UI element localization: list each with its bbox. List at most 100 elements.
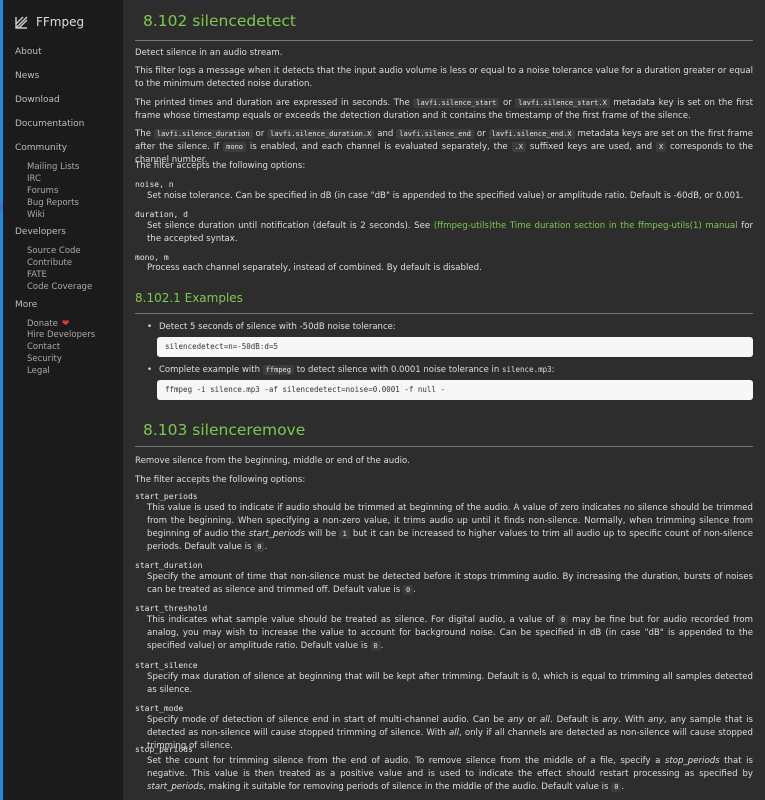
example-item-2: Complete example with ffmpeg to detect s… [147,365,555,375]
nav-fate[interactable]: FATE [27,269,47,281]
options-intro: The filter accepts the following options… [135,475,306,485]
emphasis: any [507,715,524,725]
text: Set the count for trimming silence from … [147,756,661,766]
nav-source-code[interactable]: Source Code [27,245,81,257]
emphasis: all [540,715,551,725]
text: Specify the amount of time that non-sile… [147,572,753,595]
text: is enabled, and each channel is evaluate… [249,142,508,152]
nav-documentation[interactable]: Documentation [15,118,84,130]
silencedetect-intro: Detect silence in an audio stream. [135,48,283,58]
example-code-1: silencedetect=n=-50dB:d=5 [157,337,753,357]
heart-icon: ❤ [61,319,70,329]
code-silence-end-x: lavfi.silence_end.X [488,129,575,139]
option-name-start-threshold: start_threshold [135,604,208,613]
option-name-start-duration: start_duration [135,561,203,570]
examples-title: 8.102.1 Examples [135,291,243,305]
text: The [135,129,151,139]
nav-bug-reports[interactable]: Bug Reports [27,197,79,209]
nav-code-coverage[interactable]: Code Coverage [27,281,92,293]
silencedetect-description: This filter logs a message when it detec… [135,66,753,89]
code-x: X [655,142,667,152]
section-title-silencedetect: 8.102 silencedetect [143,12,296,30]
text: Set silence duration until notification … [147,221,431,231]
code-value: 0 [402,585,414,595]
text: or [476,129,486,139]
option-desc-start-silence: Specify max duration of silence at begin… [147,672,753,695]
code-value: 0 [254,542,265,552]
options-intro: The filter accepts the following options… [135,161,306,171]
code-value: 0 [370,641,381,651]
nav-contribute[interactable]: Contribute [27,257,72,269]
nav-security[interactable]: Security [27,353,62,365]
code-x-suffix: .X [511,142,527,152]
example-item-1: Detect 5 seconds of silence with -50dB n… [147,322,396,332]
ffmpeg-logo-icon [15,16,28,29]
filename: silence.mp3 [501,365,552,374]
nav-community[interactable]: Community [15,142,67,154]
time-duration-link[interactable]: (ffmpeg-utils)the Time duration section … [434,221,738,231]
code-value: 1 [339,529,350,539]
nav-legal[interactable]: Legal [27,365,50,377]
text: suffixed keys are used, and [529,142,653,152]
emphasis: start_periods [147,782,204,792]
text: or [255,129,265,139]
emphasis: start_periods [248,529,305,539]
text: The printed times and duration are expre… [135,98,410,108]
nav-download[interactable]: Download [15,94,60,106]
emphasis: any [602,715,619,725]
nav-about[interactable]: About [15,46,42,58]
example-code-2: ffmpeg -i silence.mp3 -af silencedetect=… [157,380,753,400]
option-name-duration: duration, d [135,210,188,219]
text: will be [308,529,337,539]
text: or [502,98,512,108]
code-mono: mono [223,142,246,152]
option-desc-start-mode: Specify mode of detection of silence end… [147,714,753,753]
text: . Default is [550,715,599,725]
text: Specify mode of detection of silence end… [147,715,505,725]
documentation-content: 8.102 silencedetect Detect silence in an… [123,0,765,800]
nav-contact[interactable]: Contact [27,341,60,353]
nav-mailing-lists[interactable]: Mailing Lists [27,161,79,173]
text: . With [618,715,645,725]
option-name-start-silence: start_silence [135,661,198,670]
code-silence-duration-x: lavfi.silence_duration.X [267,129,375,139]
option-desc-stop-periods: Set the count for trimming silence from … [147,756,753,792]
text: This indicates what sample value should … [147,615,555,625]
nav-forums[interactable]: Forums [27,185,58,197]
donate-label: Donate [27,319,58,329]
nav-developers[interactable]: Developers [15,226,66,238]
nav-wiki[interactable]: Wiki [27,209,45,221]
section-divider [135,446,753,447]
text: : [551,365,555,375]
option-name-mono: mono, m [135,253,169,262]
emphasis: any [648,715,664,725]
code-value: 0 [611,782,622,792]
option-name-noise: noise, n [135,180,174,189]
option-name-stop-periods: stop_periods [135,745,193,754]
option-desc-start-periods: This value is used to indicate if audio … [147,503,754,552]
option-desc-start-threshold: This indicates what sample value should … [147,615,754,651]
text: , making it suitable for removing period… [203,782,609,792]
option-desc-duration: Set silence duration until notification … [147,220,753,246]
nav-irc[interactable]: IRC [27,173,41,185]
option-name-start-periods: start_periods [135,492,198,501]
text: or [527,715,537,725]
logo[interactable]: FFmpeg [3,0,123,34]
emphasis: all [448,728,460,738]
code-silence-start-x: lavfi.silence_start.X [515,98,610,108]
code-silence-end: lavfi.silence_end [396,129,474,139]
option-desc-noise: Set noise tolerance. Can be specified in… [147,191,744,201]
text: Complete example with [159,365,260,375]
code-silence-duration: lavfi.silence_duration [153,129,253,139]
nav-hire-developers[interactable]: Hire Developers [27,329,95,341]
option-desc-mono: Process each channel separately, instead… [147,263,482,273]
silencedetect-times-paragraph: The printed times and duration are expre… [135,97,753,123]
nav-news[interactable]: News [15,70,39,82]
silenceremove-intro: Remove silence from the beginning, middl… [135,456,410,466]
text: to detect silence with 0.0001 noise tole… [296,365,500,375]
text: and [377,129,394,139]
option-desc-start-duration: Specify the amount of time that non-sile… [147,572,753,595]
code-ffmpeg: ffmpeg [262,365,294,375]
code-value: 0 [558,615,569,625]
nav-more[interactable]: More [15,299,37,311]
